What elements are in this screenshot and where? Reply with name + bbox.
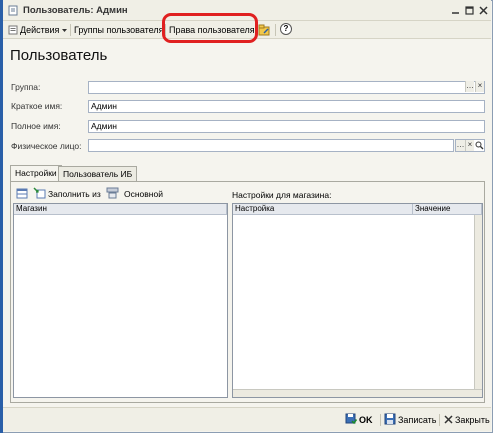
- short-name-field[interactable]: Админ: [88, 100, 485, 113]
- shop-settings-label: Настройки для магазина:: [232, 190, 332, 200]
- shop-column-header[interactable]: Магазин: [14, 204, 227, 215]
- person-field[interactable]: [88, 139, 454, 152]
- shop-settings-list[interactable]: Настройка Значение: [232, 203, 483, 398]
- shops-list[interactable]: Магазин: [13, 203, 228, 398]
- close-icon[interactable]: [478, 5, 489, 16]
- close-button[interactable]: Закрыть: [455, 413, 490, 427]
- clear-button[interactable]: ×: [475, 81, 484, 92]
- help-button[interactable]: ?: [280, 23, 292, 35]
- bottom-separator: [380, 414, 381, 426]
- left-accent-strip: [0, 0, 3, 433]
- save-icon: [384, 413, 396, 425]
- actions-menu-button[interactable]: Действия: [20, 23, 59, 37]
- full-name-field[interactable]: Админ: [88, 120, 485, 133]
- main-button[interactable]: Основной: [124, 188, 163, 200]
- fill-from-icon: [33, 187, 46, 199]
- chevron-down-icon: [62, 29, 67, 32]
- group-field-buttons: … ×: [465, 81, 485, 94]
- horizontal-scrollbar[interactable]: [233, 389, 482, 397]
- toolbar-separator: [70, 24, 71, 36]
- maximize-icon[interactable]: [464, 5, 475, 16]
- clear-button[interactable]: ×: [465, 140, 474, 151]
- window-title: Пользователь: Админ: [23, 5, 128, 16]
- close-icon: [444, 415, 453, 424]
- vertical-scrollbar[interactable]: [474, 215, 482, 390]
- edit-folder-icon[interactable]: [258, 24, 271, 36]
- full-name-label: Полное имя:: [11, 121, 61, 131]
- bottom-bar: OK Записать Закрыть: [3, 407, 491, 431]
- ok-button[interactable]: OK: [359, 413, 373, 427]
- page-title: Пользователь: [10, 47, 108, 64]
- person-label: Физическое лицо:: [11, 141, 82, 151]
- select-button[interactable]: …: [456, 140, 465, 151]
- document-icon: [8, 5, 18, 16]
- save-close-icon: [345, 413, 357, 425]
- minimize-icon[interactable]: [450, 5, 461, 16]
- tab-settings[interactable]: Настройки: [10, 165, 62, 181]
- value-column-header[interactable]: Значение: [413, 204, 482, 215]
- save-button[interactable]: Записать: [398, 413, 436, 427]
- actions-icon: [8, 25, 18, 35]
- main-settings-icon: [106, 187, 119, 199]
- group-field[interactable]: [88, 81, 485, 94]
- person-field-buttons: … ×: [455, 139, 485, 152]
- bottom-separator: [439, 414, 440, 426]
- fill-from-button[interactable]: Заполнить из: [48, 188, 101, 200]
- table-icon[interactable]: [16, 187, 28, 199]
- user-groups-button[interactable]: Группы пользователя: [74, 23, 163, 37]
- search-icon[interactable]: [475, 141, 484, 150]
- setting-column-header[interactable]: Настройка: [233, 204, 413, 215]
- tab-ib-user[interactable]: Пользователь ИБ: [58, 166, 138, 181]
- toolbar-separator: [275, 24, 276, 36]
- short-name-label: Краткое имя:: [11, 101, 63, 111]
- select-button[interactable]: …: [465, 81, 474, 92]
- highlight-annotation: [162, 13, 258, 43]
- group-label: Группа:: [11, 82, 41, 92]
